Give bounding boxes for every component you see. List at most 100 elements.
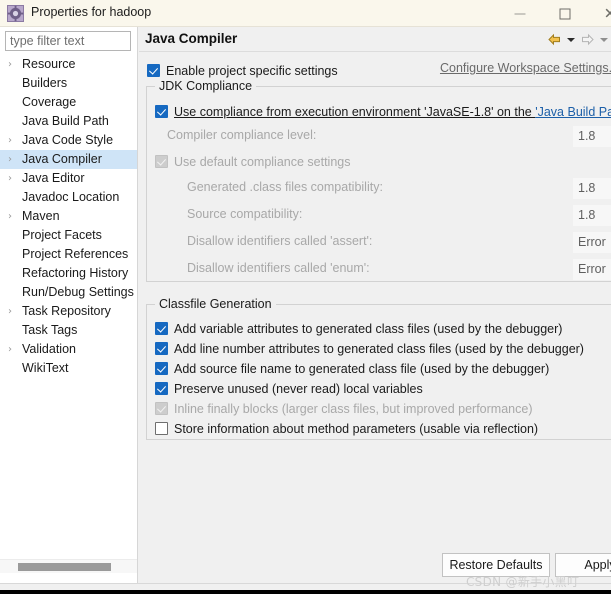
back-history-chevron-down-icon[interactable]	[565, 33, 576, 46]
disallow-assert-row[interactable]: Disallow identifiers called 'assert': Er…	[187, 232, 611, 254]
close-button[interactable]: ✕	[588, 0, 611, 27]
source-compat-value[interactable]: 1.8	[573, 205, 611, 226]
sidebar-item-project-facets[interactable]: Project Facets	[0, 226, 137, 245]
sidebar-item-refactoring-history[interactable]: Refactoring History	[0, 264, 137, 283]
expand-chevron-right-icon[interactable]: ›	[8, 150, 18, 169]
title-divider	[139, 51, 611, 52]
sidebar-item-label: Project Facets	[22, 228, 102, 242]
enable-project-specific-settings-label: Enable project specific settings	[166, 63, 338, 78]
sidebar-item-project-references[interactable]: Project References	[0, 245, 137, 264]
sidebar-item-builders[interactable]: Builders	[0, 74, 137, 93]
title-bar: Properties for hadoop ✕	[0, 0, 611, 27]
bottom-edge	[0, 590, 611, 594]
use-default-compliance-settings-label: Use default compliance settings	[174, 154, 351, 169]
filter-input[interactable]	[5, 31, 131, 51]
disallow-assert-value[interactable]: Error	[573, 232, 611, 253]
classfile-option-label: Add variable attributes to generated cla…	[174, 321, 563, 336]
checkbox-indicator	[155, 105, 168, 119]
watermark: CSDN @新手小黑叮	[466, 575, 580, 589]
forward-history-chevron-down-icon[interactable]	[598, 33, 609, 46]
jdk-compliance-group: JDK Compliance Use compliance from execu…	[146, 79, 611, 282]
sidebar-item-task-tags[interactable]: Task Tags	[0, 321, 137, 340]
use-execution-environment-label: Use compliance from execution environmen…	[174, 102, 611, 122]
sidebar-horizontal-scrollbar[interactable]	[0, 559, 137, 573]
expand-chevron-right-icon[interactable]: ›	[8, 302, 18, 321]
sidebar-item-wikitext[interactable]: WikiText	[0, 359, 137, 378]
scrollbar-thumb[interactable]	[18, 563, 111, 571]
expand-chevron-right-icon[interactable]: ›	[8, 169, 18, 188]
java-build-path-link[interactable]: 'Java Build Path'	[535, 105, 611, 119]
sidebar-item-label: WikiText	[22, 361, 69, 375]
close-icon: ✕	[603, 4, 611, 22]
sidebar-item-label: Java Code Style	[22, 133, 114, 147]
sidebar-item-java-editor[interactable]: › Java Editor	[0, 169, 137, 188]
classfile-option-checkbox[interactable]: Add source file name to generated class …	[155, 358, 611, 378]
settings-sidebar: › Resource Builders Coverage Java Build Path…	[0, 27, 138, 583]
classfile-option-checkbox[interactable]: Inline finally blocks (larger class file…	[155, 398, 611, 418]
checkbox-indicator	[155, 155, 168, 169]
page-title: Java Compiler	[145, 31, 238, 46]
sidebar-item-label: Java Editor	[22, 171, 85, 185]
classfile-option-label: Inline finally blocks (larger class file…	[174, 401, 533, 416]
source-compat-row[interactable]: Source compatibility: 1.8	[187, 205, 611, 227]
classfile-option-checkbox[interactable]: Add variable attributes to generated cla…	[155, 318, 611, 338]
sidebar-item-run-debug-settings[interactable]: Run/Debug Settings	[0, 283, 137, 302]
settings-tree[interactable]: › Resource Builders Coverage Java Build Path…	[0, 55, 137, 555]
window-title: Properties for hadoop	[31, 5, 152, 19]
classfile-generation-group: Classfile Generation Add variable attrib…	[146, 297, 611, 440]
maximize-button[interactable]	[543, 0, 587, 27]
generated-class-compat-value[interactable]: 1.8	[573, 178, 611, 199]
checkbox-indicator	[155, 422, 168, 436]
checkbox-indicator	[155, 382, 168, 396]
generated-class-compat-label: Generated .class files compatibility:	[187, 180, 383, 194]
properties-icon	[7, 5, 24, 22]
checkbox-indicator	[147, 64, 160, 78]
compiler-compliance-level-row[interactable]: Compiler compliance level: 1.8	[167, 126, 611, 148]
compiler-compliance-level-label: Compiler compliance level:	[167, 128, 317, 142]
sidebar-item-label: Resource	[22, 57, 76, 71]
use-execution-environment-checkbox[interactable]: Use compliance from execution environmen…	[155, 101, 611, 121]
sidebar-item-task-repository[interactable]: › Task Repository	[0, 302, 137, 321]
disallow-assert-label: Disallow identifiers called 'assert':	[187, 234, 373, 248]
sidebar-item-resource[interactable]: › Resource	[0, 55, 137, 74]
classfile-option-label: Add line number attributes to generated …	[174, 341, 584, 356]
expand-chevron-right-icon[interactable]: ›	[8, 340, 18, 359]
expand-chevron-right-icon[interactable]: ›	[8, 207, 18, 226]
properties-dialog: Properties for hadoop ✕ › Resource Builder…	[0, 0, 611, 594]
minimize-button[interactable]	[498, 0, 542, 27]
sidebar-item-label: Project References	[22, 247, 129, 261]
sidebar-item-label: Java Build Path	[22, 114, 109, 128]
use-default-compliance-settings-checkbox[interactable]: Use default compliance settings	[155, 151, 350, 171]
sidebar-item-label: Refactoring History	[22, 266, 129, 280]
enable-project-specific-settings-checkbox[interactable]: Enable project specific settings	[147, 60, 338, 78]
settings-content-pane: Java Compiler Enable project specific se…	[139, 27, 611, 583]
classfile-option-checkbox[interactable]: Store information about method parameter…	[155, 418, 611, 438]
sidebar-item-label: Task Repository	[22, 304, 111, 318]
sidebar-item-java-compiler[interactable]: › Java Compiler	[0, 150, 137, 169]
generated-class-compat-row[interactable]: Generated .class files compatibility: 1.…	[187, 178, 611, 200]
configure-workspace-settings-link[interactable]: Configure Workspace Settings...	[440, 61, 611, 75]
classfile-option-checkbox[interactable]: Add line number attributes to generated …	[155, 338, 611, 358]
expand-chevron-right-icon[interactable]: ›	[8, 55, 18, 74]
sidebar-item-label: Maven	[22, 209, 60, 223]
sidebar-item-java-code-style[interactable]: › Java Code Style	[0, 131, 137, 150]
sidebar-item-maven[interactable]: › Maven	[0, 207, 137, 226]
sidebar-item-javadoc-location[interactable]: Javadoc Location	[0, 188, 137, 207]
sidebar-item-coverage[interactable]: Coverage	[0, 93, 137, 112]
disallow-enum-label: Disallow identifiers called 'enum':	[187, 261, 370, 275]
classfile-option-label: Preserve unused (never read) local varia…	[174, 381, 423, 396]
checkbox-indicator	[155, 342, 168, 356]
checkbox-indicator	[155, 402, 168, 416]
sidebar-item-validation[interactable]: › Validation	[0, 340, 137, 359]
disallow-enum-value[interactable]: Error	[573, 259, 611, 280]
expand-chevron-right-icon[interactable]: ›	[8, 131, 18, 150]
sidebar-item-label: Javadoc Location	[22, 190, 120, 204]
maximize-icon	[559, 8, 571, 19]
classfile-options-list: Add variable attributes to generated cla…	[155, 318, 611, 438]
forward-arrow-icon	[580, 33, 595, 46]
compiler-compliance-level-value[interactable]: 1.8	[573, 126, 611, 147]
disallow-enum-row[interactable]: Disallow identifiers called 'enum': Erro…	[187, 259, 611, 281]
back-arrow-icon[interactable]	[547, 33, 562, 46]
classfile-option-checkbox[interactable]: Preserve unused (never read) local varia…	[155, 378, 611, 398]
sidebar-item-java-build-path[interactable]: Java Build Path	[0, 112, 137, 131]
